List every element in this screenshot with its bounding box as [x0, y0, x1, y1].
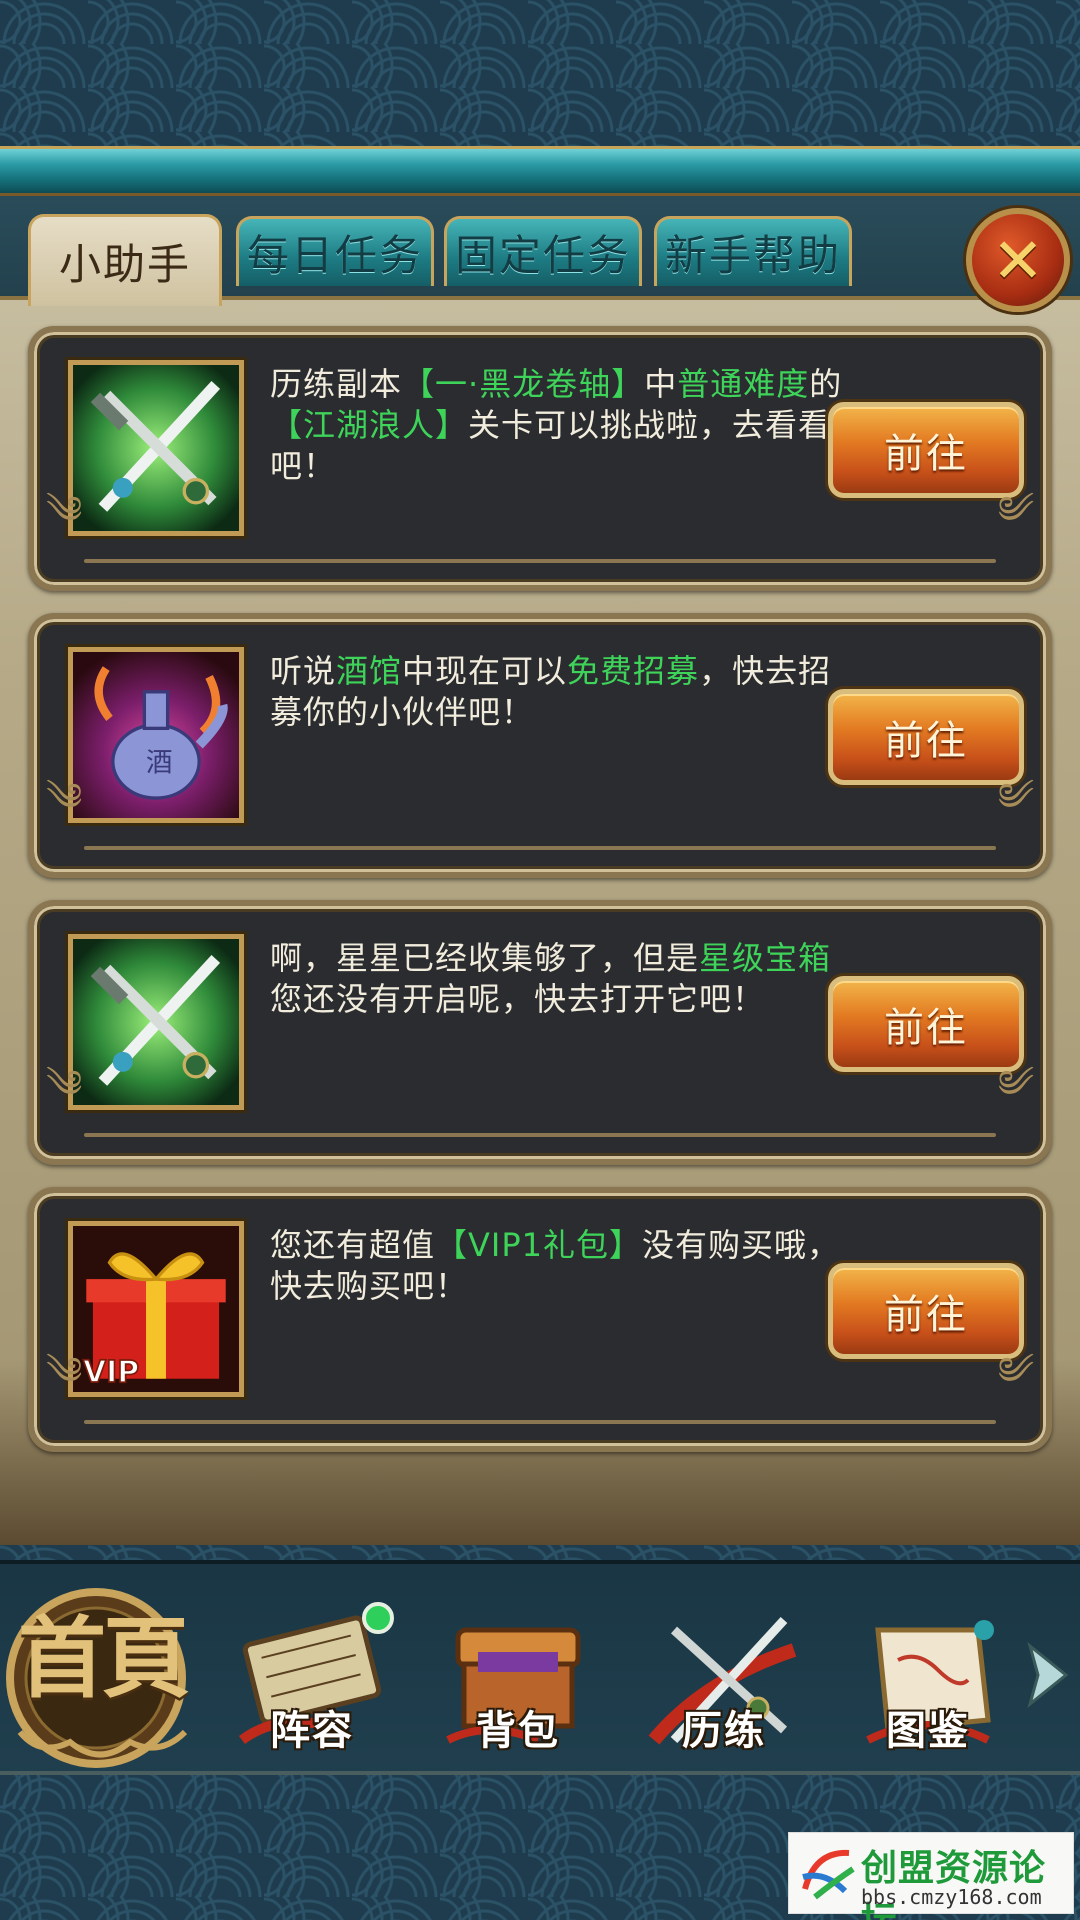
card-divider — [84, 846, 996, 850]
nav-formation[interactable]: 阵容 — [222, 1590, 402, 1770]
curl-ornament-icon: ༄ — [997, 488, 1034, 532]
task-description: 历练副本【一·黑龙卷轴】中普通难度的【江湖浪人】关卡可以挑战啦，去看看吧！ — [270, 365, 843, 485]
close-button[interactable]: ✕ — [966, 208, 1070, 312]
tab-assistant[interactable]: 小助手 — [28, 214, 222, 306]
wine-pot-icon: 酒 — [68, 647, 244, 823]
curl-ornament-icon: ༄ — [997, 775, 1034, 819]
task-card: 历练副本【一·黑龙卷轴】中普通难度的【江湖浪人】关卡可以挑战啦，去看看吧！ 前往… — [28, 326, 1052, 591]
go-button[interactable]: 前往 — [828, 1263, 1024, 1359]
task-card: 酒 听说酒馆中现在可以免费招募，快去招募你的小伙伴吧！ 前往 ༄ ༄ — [28, 613, 1052, 878]
task-description: 啊，星星已经收集够了，但是星级宝箱您还没有开启呢，快去打开它吧！ — [270, 939, 832, 1018]
header-band — [0, 146, 1080, 196]
curl-ornament-icon: ༄ — [46, 775, 83, 819]
go-button[interactable]: 前往 — [828, 689, 1024, 785]
task-description: 您还有超值【VIP1礼包】没有购买哦，快去购买吧！ — [270, 1226, 841, 1305]
curl-ornament-icon: ༄ — [997, 1349, 1034, 1393]
svg-text:酒: 酒 — [146, 748, 173, 779]
tab-fixed-tasks[interactable]: 固定任务 — [444, 216, 642, 286]
curl-ornament-icon: ༄ — [46, 1349, 83, 1393]
task-card: 啊，星星已经收集够了，但是星级宝箱您还没有开启呢，快去打开它吧！ 前往 ༄ ༄ — [28, 900, 1052, 1165]
close-x-icon: ✕ — [992, 223, 1044, 297]
curl-ornament-icon: ༄ — [46, 1062, 83, 1106]
vip-gift-icon: VIP — [68, 1221, 244, 1397]
card-divider — [84, 1133, 996, 1137]
card-divider — [84, 559, 996, 563]
vip-badge: VIP — [83, 1355, 139, 1390]
nav-atlas[interactable]: 图鉴 — [838, 1590, 1018, 1770]
crossed-swords-icon — [68, 934, 244, 1110]
task-card: VIP 您还有超值【VIP1礼包】没有购买哦，快去购买吧！ 前往 ༄ ༄ — [28, 1187, 1052, 1452]
curl-ornament-icon: ༄ — [46, 488, 83, 532]
crossed-swords-icon — [68, 360, 244, 536]
tab-beginner-help[interactable]: 新手帮助 — [654, 216, 852, 286]
nav-training[interactable]: 历练 — [634, 1590, 814, 1770]
nav-backpack[interactable]: 背包 — [428, 1590, 608, 1770]
task-description: 听说酒馆中现在可以免费招募，快去招募你的小伙伴吧！ — [270, 652, 832, 731]
watermark: 创盟资源论坛 bbs.cmzy168.com — [788, 1832, 1074, 1920]
home-label: 首頁 — [17, 1606, 190, 1710]
go-button[interactable]: 前往 — [828, 976, 1024, 1072]
top-background — [0, 0, 1080, 150]
go-button[interactable]: 前往 — [828, 402, 1024, 498]
card-divider — [84, 1420, 996, 1424]
arrow-right-icon[interactable] — [1022, 1640, 1072, 1710]
tab-daily-tasks[interactable]: 每日任务 — [236, 216, 434, 286]
watermark-logo-icon — [802, 1849, 855, 1900]
curl-ornament-icon: ༄ — [997, 1062, 1034, 1106]
